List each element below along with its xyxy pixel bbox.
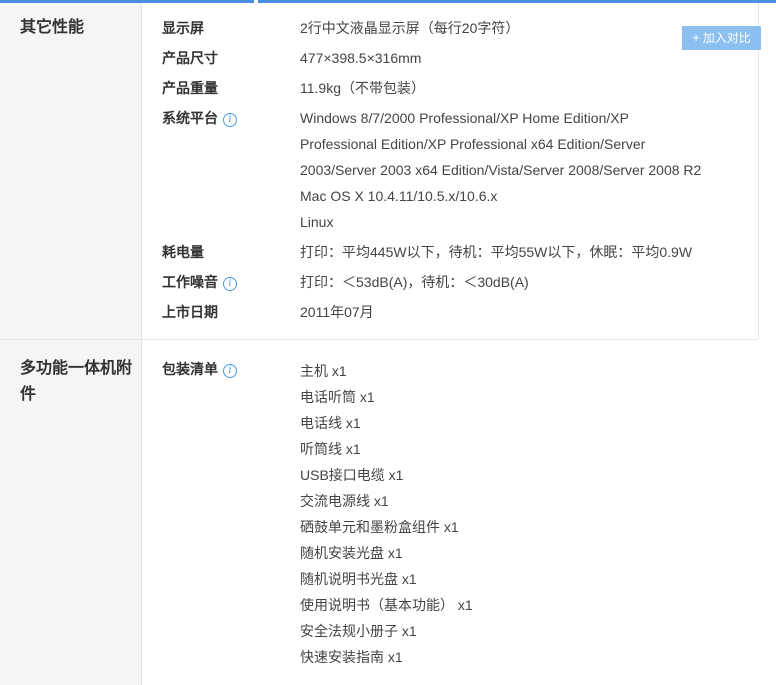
add-to-compare-button[interactable]: + 加入对比 xyxy=(682,26,761,50)
spec-value-os-line4: Mac OS X 10.4.11/10.5.x/10.6.x xyxy=(300,188,498,204)
info-icon[interactable]: i xyxy=(223,113,237,127)
spec-value-os-line3: 2003/Server 2003 x64 Edition/Vista/Serve… xyxy=(300,162,702,178)
spec-value-os-line2: Professional Edition/XP Professional x64… xyxy=(300,136,646,152)
spec-label-package: 包装清单 i xyxy=(162,359,237,379)
list-item: USB接口电缆 x1 xyxy=(300,467,404,483)
category-column: 其它性能 xyxy=(0,3,142,339)
spec-label-noise: 工作噪音 i xyxy=(162,272,237,292)
spec-label-size: 产品尺寸 xyxy=(162,50,218,66)
section-other-performance: 其它性能 显示屏 2行中文液晶显示屏（每行20字符） 产品尺寸 477×398.… xyxy=(0,3,758,340)
category-title: 其它性能 xyxy=(20,19,85,36)
list-item: 安全法规小册子 x1 xyxy=(300,623,417,639)
spec-value-size: 477×398.5×316mm xyxy=(300,50,422,66)
list-item: 电话听筒 x1 xyxy=(300,389,375,405)
list-item: 交流电源线 x1 xyxy=(300,493,389,509)
add-to-compare-label: 加入对比 xyxy=(702,31,751,45)
category-column: 多功能一体机附 件 xyxy=(0,340,142,685)
spec-value-display: 2行中文液晶显示屏（每行20字符） xyxy=(300,20,520,36)
spec-value-noise: 打印：＜53dB(A)，待机：＜30dB(A) xyxy=(300,274,529,290)
list-item: 硒鼓单元和墨粉盒组件 x1 xyxy=(300,519,459,535)
spec-label-display: 显示屏 xyxy=(162,20,204,36)
section-accessories: 多功能一体机附 件 包装清单 i 主机 x1 电话听筒 x1 电话线 x1 听筒线… xyxy=(0,340,758,685)
info-icon[interactable]: i xyxy=(223,364,237,378)
spec-label-os-text: 系统平台 xyxy=(162,110,218,126)
info-icon[interactable]: i xyxy=(223,277,237,291)
list-item: 快速安装指南 x1 xyxy=(300,649,403,665)
list-item: 随机说明书光盘 x1 xyxy=(300,571,417,587)
spec-value-os-line1: Windows 8/7/2000 Professional/XP Home Ed… xyxy=(300,110,629,126)
plus-icon: + xyxy=(692,30,700,45)
list-item: 听筒线 x1 xyxy=(300,441,361,457)
category-title-line2: 件 xyxy=(20,386,37,403)
spec-value-os-line5: Linux xyxy=(300,214,334,230)
list-item: 随机安装光盘 x1 xyxy=(300,545,403,561)
spec-value-weight: 11.9kg（不带包装） xyxy=(300,80,425,96)
spec-label-os: 系统平台 i xyxy=(162,108,237,128)
spec-label-package-text: 包装清单 xyxy=(162,361,218,377)
spec-value-power: 打印：平均445W以下，待机：平均55W以下，休眠：平均0.9W xyxy=(300,244,693,260)
spec-label-noise-text: 工作噪音 xyxy=(162,274,218,290)
spec-label-release-date: 上市日期 xyxy=(162,304,218,320)
list-item: 使用说明书（基本功能） x1 xyxy=(300,597,473,613)
spec-label-weight: 产品重量 xyxy=(162,80,218,96)
category-title-line1: 多功能一体机附 xyxy=(20,360,133,377)
list-item: 电话线 x1 xyxy=(300,415,361,431)
right-divider xyxy=(758,3,759,339)
list-item: 主机 x1 xyxy=(300,363,347,379)
spec-label-power: 耗电量 xyxy=(162,244,204,260)
spec-value-release-date: 2011年07月 xyxy=(300,304,374,320)
